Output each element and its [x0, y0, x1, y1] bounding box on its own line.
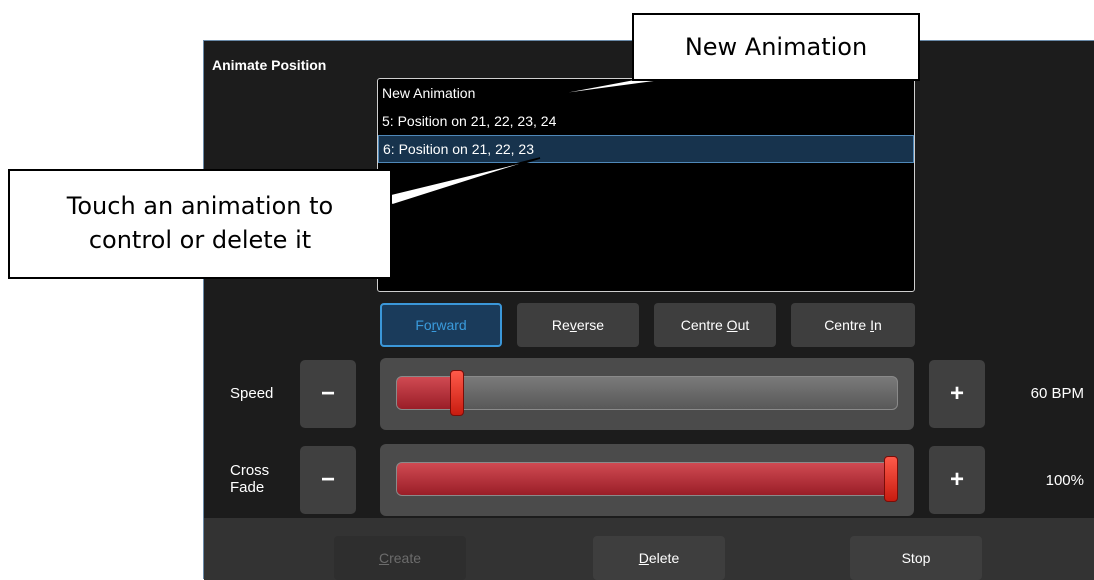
create-label: Create — [378, 550, 422, 566]
animate-position-panel: Animate Position New Animation 5: Positi… — [203, 40, 1094, 580]
stop-button[interactable]: Stop — [850, 536, 982, 580]
centre-out-label: Centre Out — [680, 317, 750, 333]
crossfade-value: 100% — [1045, 472, 1084, 489]
speed-slider-fill — [397, 377, 458, 409]
crossfade-label-line2: Fade — [230, 479, 265, 496]
bottom-action-bar: Create Delete Stop — [204, 518, 1094, 580]
crossfade-slider[interactable] — [380, 444, 914, 516]
list-item-new-animation[interactable]: New Animation — [378, 79, 914, 107]
crossfade-slider-track[interactable] — [396, 462, 898, 496]
touch-animation-callout: Touch an animation to control or delete … — [8, 169, 392, 279]
delete-label: Delete — [638, 550, 680, 566]
speed-label: Speed — [230, 385, 274, 402]
touch-callout-line2: control or delete it — [88, 226, 312, 254]
crossfade-slider-fill — [397, 463, 892, 495]
crossfade-minus-button[interactable]: − — [300, 446, 356, 514]
forward-button[interactable]: Forward — [380, 303, 502, 347]
delete-button[interactable]: Delete — [593, 536, 725, 580]
speed-value: 60 BPM — [1030, 385, 1084, 402]
centre-in-label: Centre In — [824, 317, 882, 333]
crossfade-plus-button[interactable]: + — [929, 446, 985, 514]
touch-callout-line1: Touch an animation to — [66, 192, 334, 220]
list-item-animation-6[interactable]: 6: Position on 21, 22, 23 — [378, 135, 914, 163]
reverse-button[interactable]: Reverse — [517, 303, 639, 347]
speed-minus-button[interactable]: − — [300, 360, 356, 428]
speed-slider-track[interactable] — [396, 376, 898, 410]
crossfade-label: Cross Fade — [230, 462, 269, 496]
speed-plus-button[interactable]: + — [929, 360, 985, 428]
centre-in-button[interactable]: Centre In — [791, 303, 915, 347]
new-animation-callout: New Animation — [632, 13, 920, 81]
centre-out-button[interactable]: Centre Out — [654, 303, 776, 347]
animation-list[interactable]: New Animation 5: Position on 21, 22, 23,… — [377, 78, 915, 292]
crossfade-label-line1: Cross — [230, 462, 270, 479]
list-item-animation-5[interactable]: 5: Position on 21, 22, 23, 24 — [378, 107, 914, 135]
speed-slider[interactable] — [380, 358, 914, 430]
speed-slider-handle[interactable] — [450, 370, 464, 416]
panel-title: Animate Position — [212, 57, 327, 73]
crossfade-slider-handle[interactable] — [884, 456, 898, 502]
reverse-label: Reverse — [551, 317, 605, 333]
create-button[interactable]: Create — [334, 536, 466, 580]
forward-label: Forward — [415, 317, 467, 333]
